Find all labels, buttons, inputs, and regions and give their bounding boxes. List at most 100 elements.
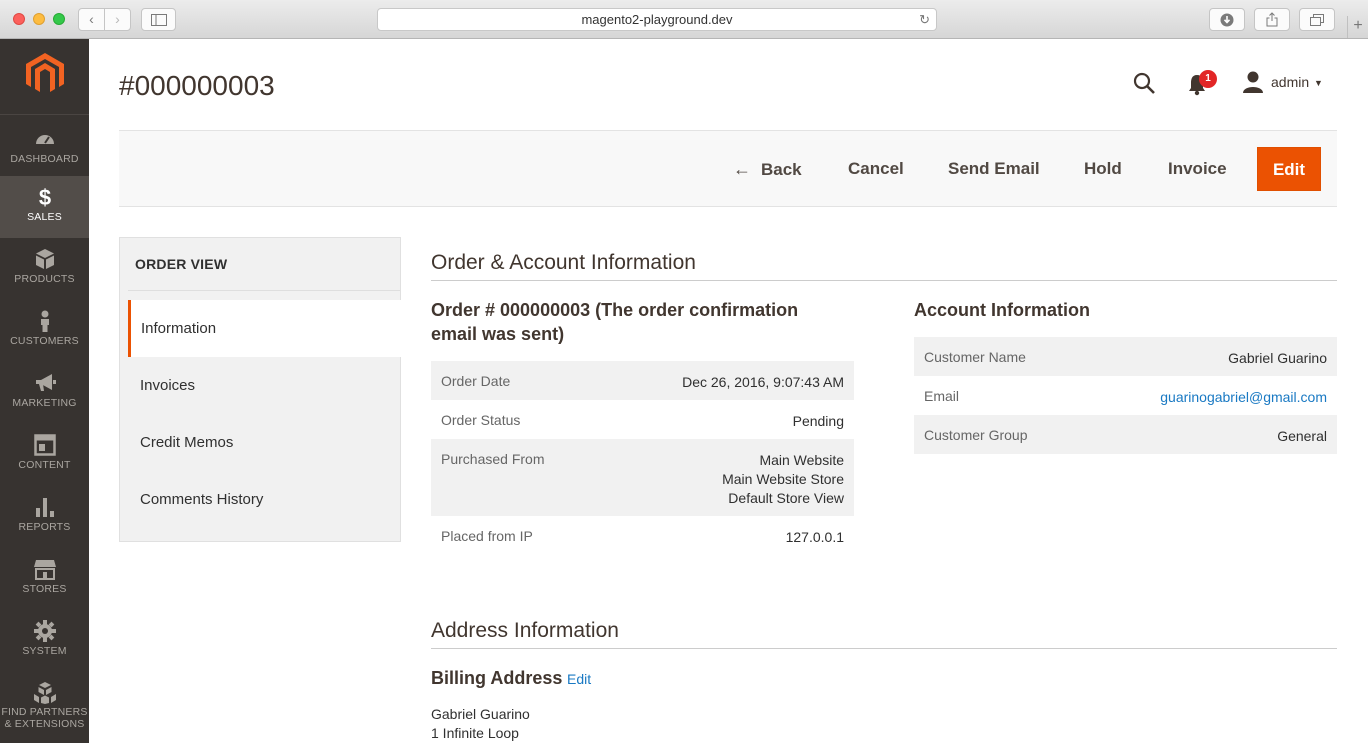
menu-dashboard-label: DASHBOARD [10,153,79,165]
cubes-icon [33,682,56,704]
reload-icon[interactable]: ↻ [919,9,930,30]
menu-reports[interactable]: REPORTS [0,486,89,548]
bar-chart-icon [35,498,54,517]
dollar-icon: $ [38,186,50,208]
search-icon[interactable] [1133,72,1155,94]
zoom-window-button[interactable] [53,13,65,25]
new-tab-button[interactable]: + [1347,16,1368,38]
downloads-button[interactable] [1209,8,1245,31]
close-window-button[interactable] [13,13,25,25]
admin-user-menu[interactable]: admin [1271,74,1309,90]
billing-address-name: Gabriel Guarino [431,706,530,722]
menu-marketing[interactable]: MARKETING [0,362,89,424]
panel-divider [128,290,400,291]
menu-stores-label: STORES [22,583,67,595]
purchased-from-website: Main Website [759,452,844,468]
browser-sidebar-button[interactable] [141,8,176,31]
svg-text:$: $ [38,186,50,208]
tab-invoices[interactable]: Invoices [128,357,401,414]
menu-stores[interactable]: STORES [0,548,89,610]
send-email-button[interactable]: Send Email [948,147,1040,191]
show-tabs-button[interactable] [1299,8,1335,31]
user-icon[interactable] [1241,71,1265,93]
browser-nav-buttons: ‹ › [78,8,131,31]
menu-customers[interactable]: CUSTOMERS [0,300,89,362]
menu-products[interactable]: PRODUCTS [0,238,89,300]
table-row: Placed from IP 127.0.0.1 [431,516,854,555]
gear-icon [33,620,56,642]
order-status-label: Order Status [441,412,521,428]
order-heading-line-2: email was sent) [431,324,565,344]
sidebar-icon [150,13,167,26]
order-date-value: Dec 26, 2016, 9:07:43 AM [682,374,844,390]
megaphone-icon [35,374,56,391]
table-row: Email guarinogabriel@gmail.com [914,376,1337,415]
tab-comments-history[interactable]: Comments History [128,471,401,528]
order-view-tabs-panel: ORDER VIEW Information Invoices Credit M… [119,237,401,542]
table-row: Customer Name Gabriel Guarino [914,337,1337,376]
address-bar-url: magento2-playground.dev [581,12,733,27]
tab-credit-memos[interactable]: Credit Memos [128,414,401,471]
order-heading: Order # 000000003 (The order confirmatio… [431,298,798,346]
purchased-from-value: Main Website Main Website Store Default … [722,451,844,508]
menu-dashboard[interactable]: DASHBOARD [0,114,89,176]
back-button-label: Back [761,160,802,179]
edit-billing-address-link[interactable]: Edit [567,671,591,687]
minimize-window-button[interactable] [33,13,45,25]
share-button[interactable] [1254,8,1290,31]
menu-content[interactable]: CONTENT [0,424,89,486]
address-section-title: Address Information [431,619,619,642]
dashboard-icon [35,135,54,144]
purchased-from-store: Main Website Store [722,471,844,487]
menu-content-label: CONTENT [18,459,71,471]
menu-find-partners-label-1: FIND PARTNERS [1,706,88,718]
menu-marketing-label: MARKETING [12,397,77,409]
purchased-from-store-view: Default Store View [728,490,844,506]
browser-back-button[interactable]: ‹ [79,9,104,30]
browser-toolbar: ‹ › magento2-playground.dev ↻ + [0,0,1368,39]
email-label: Email [924,388,960,404]
hold-button[interactable]: Hold [1084,147,1122,191]
menu-system[interactable]: SYSTEM [0,610,89,672]
account-info-table: Customer Name Gabriel Guarino Email guar… [914,337,1337,454]
menu-sales[interactable]: $ SALES [0,176,89,238]
placed-from-ip-label: Placed from IP [441,528,533,544]
back-button[interactable]: ← Back [733,147,802,191]
browser-forward-button[interactable]: › [104,9,130,30]
tab-information[interactable]: Information [128,300,401,357]
placed-from-ip-value: 127.0.0.1 [785,529,844,545]
arrow-left-icon: ← [733,159,751,179]
billing-address-street: 1 Infinite Loop [431,725,519,741]
cancel-button[interactable]: Cancel [848,147,904,191]
customer-email-link[interactable]: guarinogabriel@gmail.com [1160,388,1327,407]
address-bar[interactable]: magento2-playground.dev ↻ [377,8,937,31]
menu-customers-label: CUSTOMERS [10,335,79,347]
menu-sales-label: SALES [27,211,62,223]
menu-find-partners[interactable]: FIND PARTNERS & EXTENSIONS [0,672,89,743]
account-information-heading: Account Information [914,300,1090,320]
magento-logo[interactable] [26,53,64,95]
notification-count-badge: 1 [1199,70,1217,88]
order-status-value: Pending [792,413,844,429]
share-icon [1266,12,1278,27]
order-info-table: Order Date Dec 26, 2016, 9:07:43 AM Orde… [431,361,854,556]
layout-icon [33,434,56,456]
table-row: Order Date Dec 26, 2016, 9:07:43 AM [431,361,854,400]
section-divider [431,648,1337,649]
invoice-button[interactable]: Invoice [1168,147,1227,191]
order-date-label: Order Date [441,373,511,389]
storefront-icon [33,560,56,580]
order-view-title: ORDER VIEW [135,256,228,272]
chevron-down-icon[interactable]: ▼ [1314,78,1323,88]
table-row: Customer Group General [914,415,1337,454]
section-divider [431,280,1337,281]
edit-button[interactable]: Edit [1257,147,1321,191]
box-icon [35,249,54,269]
menu-products-label: PRODUCTS [14,273,75,285]
customer-name-label: Customer Name [924,349,1026,365]
customer-group-label: Customer Group [924,427,1028,443]
purchased-from-label: Purchased From [441,451,545,467]
table-row: Order Status Pending [431,400,854,439]
menu-find-partners-label-2: & EXTENSIONS [4,718,85,730]
page-title: #000000003 [119,70,275,101]
